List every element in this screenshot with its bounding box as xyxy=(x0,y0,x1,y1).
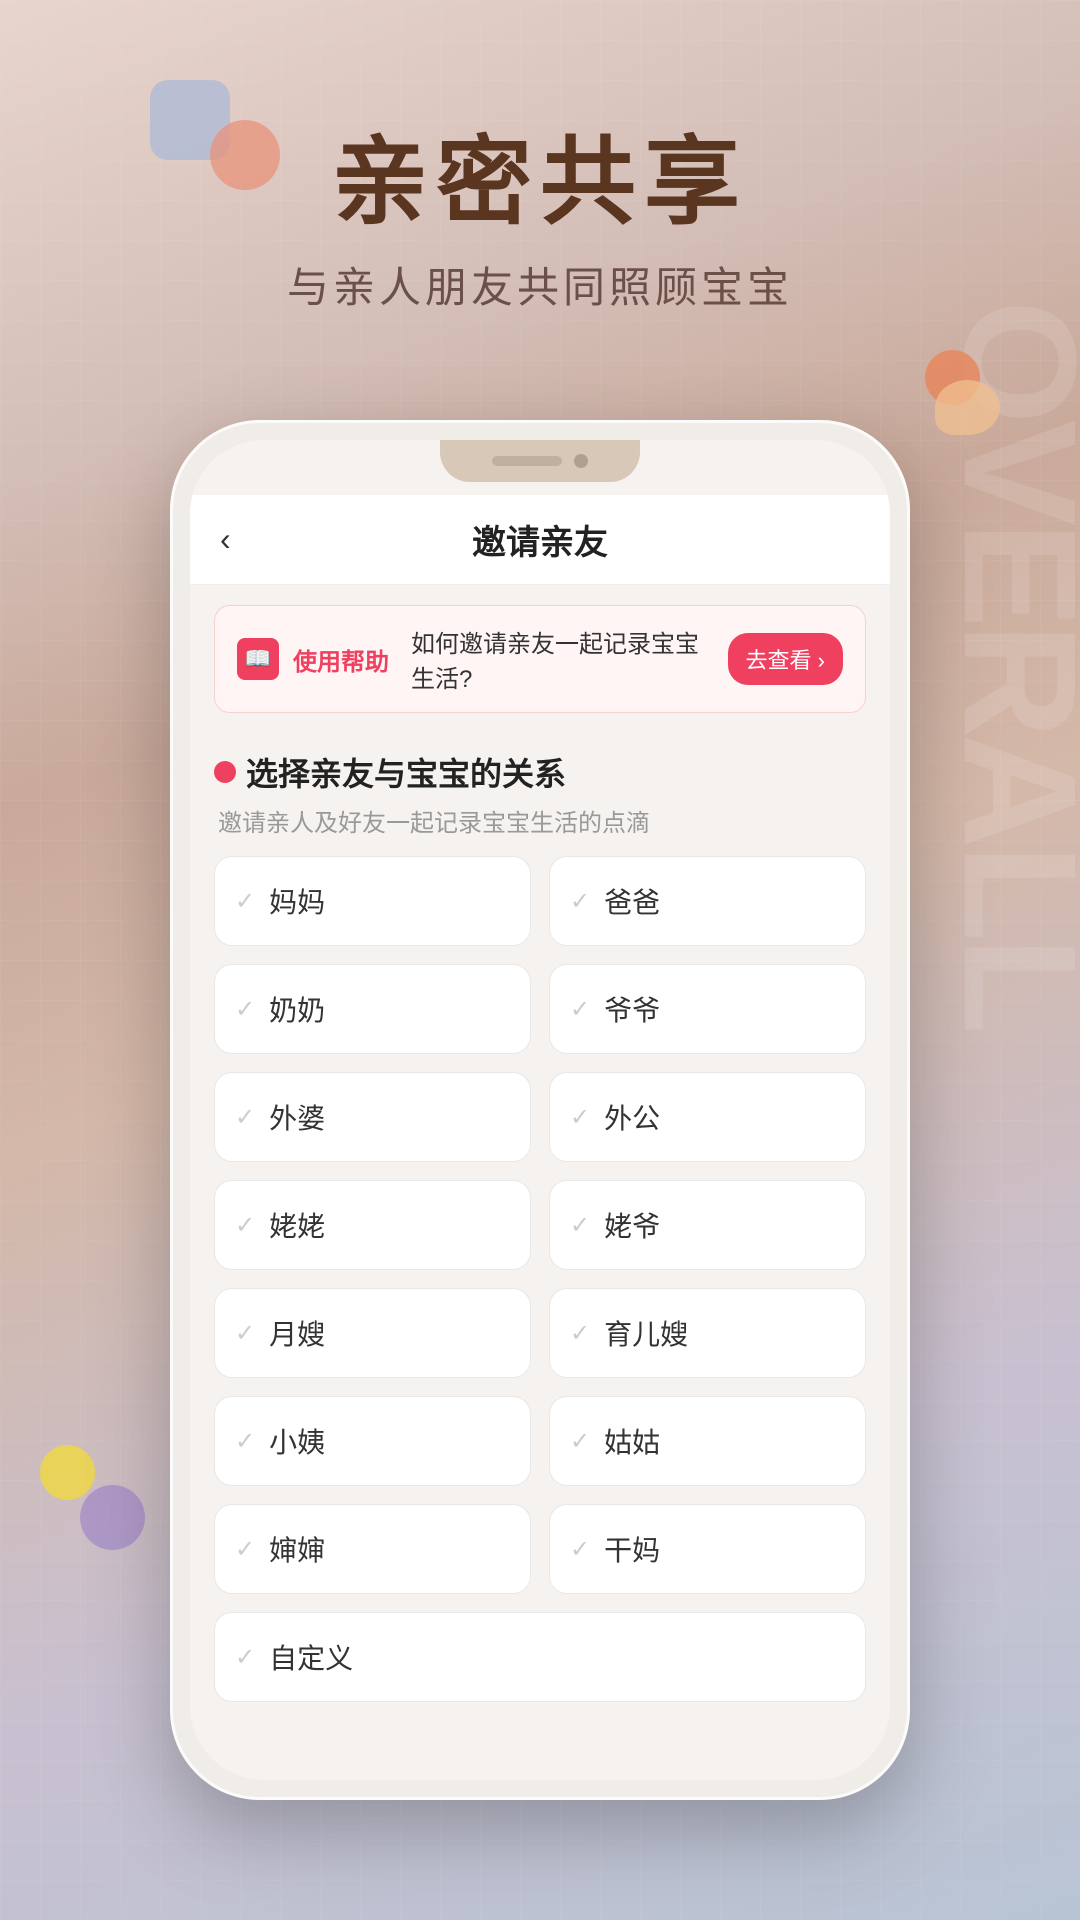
relationship-item[interactable]: ✓ 妈妈 xyxy=(214,856,531,946)
relationship-name: 爸爸 xyxy=(604,881,660,921)
check-icon: ✓ xyxy=(570,1211,590,1240)
help-label: 使用帮助 xyxy=(293,642,389,677)
help-icon: 📖 xyxy=(237,638,279,680)
phone-inner: ‹ 邀请亲友 📖 使用帮助 如何邀请亲友一起记录宝宝生活? 去查看 › 选择亲友… xyxy=(190,440,890,1780)
shape-purple-circle xyxy=(80,1485,145,1550)
relationship-name: 婶婶 xyxy=(269,1529,325,1569)
check-icon: ✓ xyxy=(235,887,255,916)
relationship-item[interactable]: ✓ 爷爷 xyxy=(549,964,866,1054)
section-title: 选择亲友与宝宝的关系 xyxy=(214,749,866,795)
phone-mockup: ‹ 邀请亲友 📖 使用帮助 如何邀请亲友一起记录宝宝生活? 去查看 › 选择亲友… xyxy=(170,420,910,1800)
relationship-name: 干妈 xyxy=(604,1529,660,1569)
relationship-name: 姥爷 xyxy=(604,1205,660,1245)
page-title: 邀请亲友 xyxy=(472,515,608,564)
notch-camera xyxy=(574,454,588,468)
relationship-name: 姥姥 xyxy=(269,1205,325,1245)
check-icon: ✓ xyxy=(235,995,255,1024)
shape-peach-blob xyxy=(935,380,1000,435)
custom-name: 自定义 xyxy=(269,1637,353,1677)
back-button[interactable]: ‹ xyxy=(220,521,231,558)
relationship-item[interactable]: ✓ 小姨 xyxy=(214,1396,531,1486)
relationship-item[interactable]: ✓ 月嫂 xyxy=(214,1288,531,1378)
check-icon: ✓ xyxy=(235,1103,255,1132)
check-icon: ✓ xyxy=(235,1319,255,1348)
relationship-item[interactable]: ✓ 姑姑 xyxy=(549,1396,866,1486)
help-banner: 📖 使用帮助 如何邀请亲友一起记录宝宝生活? 去查看 › xyxy=(214,605,866,713)
custom-check-icon: ✓ xyxy=(235,1643,255,1672)
relationship-item[interactable]: ✓ 爸爸 xyxy=(549,856,866,946)
relationship-item[interactable]: ✓ 奶奶 xyxy=(214,964,531,1054)
header-area: 亲密共享 与亲人朋友共同照顾宝宝 xyxy=(0,130,1080,315)
main-title: 亲密共享 xyxy=(0,130,1080,236)
relationship-name: 妈妈 xyxy=(269,881,325,921)
check-icon: ✓ xyxy=(570,995,590,1024)
notch-speaker xyxy=(492,456,562,466)
relationship-name: 外公 xyxy=(604,1097,660,1137)
relationship-name: 月嫂 xyxy=(269,1313,325,1353)
check-icon: ✓ xyxy=(570,1319,590,1348)
help-button[interactable]: 去查看 › xyxy=(728,633,843,685)
relationship-item[interactable]: ✓ 婶婶 xyxy=(214,1504,531,1594)
section-header: 选择亲友与宝宝的关系 邀请亲人及好友一起记录宝宝生活的点滴 xyxy=(190,733,890,846)
relationship-item[interactable]: ✓ 姥爷 xyxy=(549,1180,866,1270)
check-icon: ✓ xyxy=(570,1535,590,1564)
phone-notch xyxy=(440,440,640,482)
check-icon: ✓ xyxy=(570,1103,590,1132)
relationship-name: 姑姑 xyxy=(604,1421,660,1461)
check-icon: ✓ xyxy=(235,1211,255,1240)
relationship-item[interactable]: ✓ 干妈 xyxy=(549,1504,866,1594)
relationship-item[interactable]: ✓ 外公 xyxy=(549,1072,866,1162)
check-icon: ✓ xyxy=(235,1427,255,1456)
section-title-dot xyxy=(214,761,236,783)
relationship-name: 奶奶 xyxy=(269,989,325,1029)
nav-bar: ‹ 邀请亲友 xyxy=(190,495,890,585)
app-content: ‹ 邀请亲友 📖 使用帮助 如何邀请亲友一起记录宝宝生活? 去查看 › 选择亲友… xyxy=(190,440,890,1780)
relationship-name: 育儿嫂 xyxy=(604,1313,688,1353)
sub-title: 与亲人朋友共同照顾宝宝 xyxy=(0,254,1080,315)
relationship-name: 外婆 xyxy=(269,1097,325,1137)
check-icon: ✓ xyxy=(570,887,590,916)
relationship-grid: ✓ 妈妈 ✓ 爸爸 ✓ 奶奶 ✓ 爷爷 ✓ 外婆 ✓ 外公 ✓ 姥姥 ✓ 姥爷 … xyxy=(190,846,890,1604)
help-text: 如何邀请亲友一起记录宝宝生活? xyxy=(411,624,714,694)
relationship-item[interactable]: ✓ 姥姥 xyxy=(214,1180,531,1270)
relationship-name: 爷爷 xyxy=(604,989,660,1029)
relationship-item[interactable]: ✓ 外婆 xyxy=(214,1072,531,1162)
relationship-name: 小姨 xyxy=(269,1421,325,1461)
custom-relationship-item[interactable]: ✓ 自定义 xyxy=(214,1612,866,1702)
relationship-item[interactable]: ✓ 育儿嫂 xyxy=(549,1288,866,1378)
check-icon: ✓ xyxy=(570,1427,590,1456)
section-subtitle: 邀请亲人及好友一起记录宝宝生活的点滴 xyxy=(214,803,866,838)
check-icon: ✓ xyxy=(235,1535,255,1564)
shape-yellow-circle xyxy=(40,1445,95,1500)
